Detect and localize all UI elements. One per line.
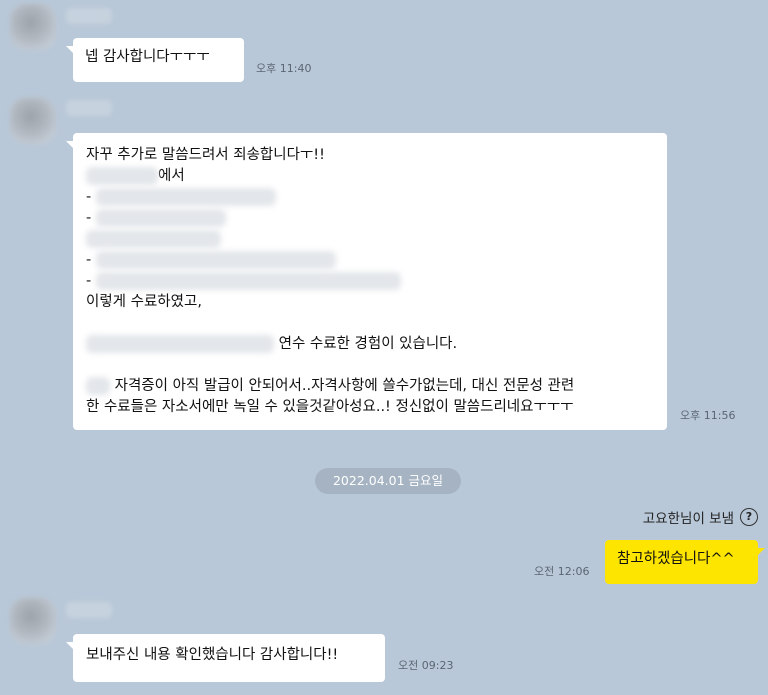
sent-by-label: 고요한님이 보냄 xyxy=(642,511,734,527)
sender-name-redacted xyxy=(66,100,112,116)
message-text: 넵 감사합니다ㅜㅜㅜ xyxy=(85,49,210,65)
message-text: 자꾸 추가로 말씀드려서 죄송합니다ㅜ!! xyxy=(86,147,325,163)
question-circle-icon[interactable]: ? xyxy=(740,508,758,526)
redacted-text xyxy=(86,377,110,395)
message-text: 보내주신 내용 확인했습니다 감사합니다!! xyxy=(86,647,339,663)
sender-avatar[interactable] xyxy=(10,98,56,144)
redacted-text xyxy=(95,272,401,290)
message-bubble[interactable]: 보내주신 내용 확인했습니다 감사합니다!! xyxy=(66,634,385,682)
message-time: 오후 11:40 xyxy=(256,62,312,75)
message-time: 오후 11:56 xyxy=(680,409,736,422)
message-text: - xyxy=(86,189,92,205)
message-text: 이렇게 수료하였고, xyxy=(86,294,202,310)
redacted-text xyxy=(95,251,336,269)
message-text: - xyxy=(86,252,92,268)
sender-avatar[interactable] xyxy=(10,598,56,644)
redacted-text xyxy=(86,230,221,248)
message-text: 참고하겠습니다^^ xyxy=(617,551,735,567)
sender-avatar[interactable] xyxy=(10,4,56,50)
message-bubble[interactable]: 넵 감사합니다ㅜㅜㅜ xyxy=(66,38,244,82)
sender-name-redacted xyxy=(66,602,112,618)
my-message-bubble[interactable]: 참고하겠습니다^^ xyxy=(605,540,765,584)
date-divider: 2022.04.01 금요일 xyxy=(315,468,461,494)
sent-by-note: 고요한님이 보냄 ? xyxy=(643,507,758,527)
message-time: 오전 09:23 xyxy=(398,659,454,672)
message-text: 한 수료들은 자소서에만 녹일 수 있을것같아성요..! 정신없이 말씀드리네요… xyxy=(86,399,574,415)
sender-name-redacted xyxy=(66,8,112,24)
redacted-text xyxy=(86,167,158,185)
message-time: 오전 12:06 xyxy=(534,565,590,578)
redacted-text xyxy=(95,188,276,206)
redacted-text xyxy=(95,209,226,227)
message-text: - xyxy=(86,273,92,289)
message-text: - xyxy=(86,210,92,226)
message-text: 연수 수료한 경험이 있습니다. xyxy=(278,336,458,352)
message-bubble[interactable]: 자꾸 추가로 말씀드려서 죄송합니다ㅜ!! 에서 - - - - 이렇게 수료하… xyxy=(66,133,667,430)
message-text: 에서 xyxy=(158,168,185,184)
redacted-text xyxy=(86,335,274,353)
message-text: 자격증이 아직 발급이 안되어서..자격사항에 쓸수가없는데, 대신 전문성 관… xyxy=(114,378,575,394)
